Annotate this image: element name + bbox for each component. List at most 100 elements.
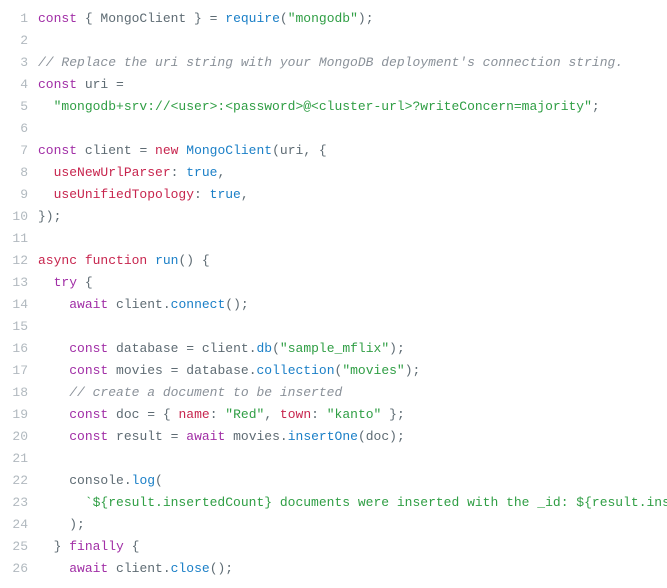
token-p <box>38 407 69 422</box>
code-line: async function run() { <box>38 250 667 272</box>
line-number: 19 <box>0 404 28 426</box>
token-id: uri <box>280 143 303 158</box>
line-number: 3 <box>0 52 28 74</box>
token-p: . <box>124 473 132 488</box>
token-fn: insertOne <box>288 429 358 444</box>
token-kw: const <box>69 341 108 356</box>
token-p <box>38 341 69 356</box>
line-number: 24 <box>0 514 28 536</box>
token-p: = <box>163 363 186 378</box>
token-p <box>38 495 85 510</box>
token-p: . <box>249 363 257 378</box>
code-line: console.log( <box>38 470 667 492</box>
code-line: // Replace the uri string with your Mong… <box>38 52 667 74</box>
code-line <box>38 30 667 52</box>
token-kw: const <box>69 363 108 378</box>
token-p: ( <box>358 429 366 444</box>
token-id: doc <box>366 429 389 444</box>
code-line: const movies = database.collection("movi… <box>38 360 667 382</box>
token-p <box>77 77 85 92</box>
token-kw: const <box>38 77 77 92</box>
code-line <box>38 448 667 470</box>
line-number: 12 <box>0 250 28 272</box>
token-p: (); <box>225 297 248 312</box>
line-number: 21 <box>0 448 28 470</box>
code-line: ); <box>38 514 667 536</box>
token-p <box>38 561 69 576</box>
token-fn: log <box>132 473 155 488</box>
token-p: , <box>217 165 225 180</box>
code-line: const result = await movies.insertOne(do… <box>38 426 667 448</box>
token-fn: connect <box>171 297 226 312</box>
token-p: , <box>241 187 249 202</box>
token-p: ); <box>358 11 374 26</box>
token-str: "mongodb" <box>288 11 358 26</box>
token-p: ( <box>155 473 163 488</box>
token-p: = <box>163 429 186 444</box>
token-p: }); <box>38 209 61 224</box>
code-line: useNewUrlParser: true, <box>38 162 667 184</box>
token-p: ; <box>592 99 600 114</box>
token-comm: // Replace the uri string with your Mong… <box>38 55 623 70</box>
code-line: const database = client.db("sample_mflix… <box>38 338 667 360</box>
token-p: . <box>280 429 288 444</box>
line-number: 23 <box>0 492 28 514</box>
token-p: : <box>171 165 187 180</box>
token-p: : <box>210 407 226 422</box>
token-id: database <box>116 341 178 356</box>
line-number: 16 <box>0 338 28 360</box>
line-number: 26 <box>0 558 28 580</box>
token-p: { <box>77 11 100 26</box>
token-p <box>108 429 116 444</box>
token-p: = <box>132 143 155 158</box>
token-prop: town <box>280 407 311 422</box>
token-p <box>38 99 54 114</box>
token-kw: try <box>54 275 77 290</box>
token-p <box>225 429 233 444</box>
token-fn: close <box>171 561 210 576</box>
code-line <box>38 228 667 250</box>
code-line: const uri = <box>38 74 667 96</box>
token-id: client <box>202 341 249 356</box>
line-number: 10 <box>0 206 28 228</box>
code-line: try { <box>38 272 667 294</box>
code-line <box>38 316 667 338</box>
token-fn: require <box>225 11 280 26</box>
token-p: = <box>108 77 124 92</box>
token-p: ( <box>272 143 280 158</box>
line-number: 4 <box>0 74 28 96</box>
token-kw2: async <box>38 253 77 268</box>
line-number: 14 <box>0 294 28 316</box>
token-p <box>38 429 69 444</box>
code-line: useUnifiedTopology: true, <box>38 184 667 206</box>
token-p: = { <box>139 407 178 422</box>
token-p <box>38 297 69 312</box>
token-p: ); <box>38 517 85 532</box>
token-p <box>38 187 54 202</box>
token-prop: useNewUrlParser <box>54 165 171 180</box>
token-str: "mongodb+srv://<user>:<password>@<cluste… <box>54 99 592 114</box>
token-id: client <box>85 143 132 158</box>
token-id: result <box>116 429 163 444</box>
code-line <box>38 118 667 140</box>
code-line: "mongodb+srv://<user>:<password>@<cluste… <box>38 96 667 118</box>
token-p <box>38 275 54 290</box>
token-p: = <box>178 341 201 356</box>
token-bool: true <box>186 165 217 180</box>
token-p: (); <box>210 561 233 576</box>
token-fn: db <box>257 341 273 356</box>
token-p: }; <box>381 407 404 422</box>
line-number: 18 <box>0 382 28 404</box>
token-fn: collection <box>257 363 335 378</box>
token-id: movies <box>233 429 280 444</box>
token-p <box>108 363 116 378</box>
line-number: 22 <box>0 470 28 492</box>
token-p: . <box>163 561 171 576</box>
token-kw: const <box>69 429 108 444</box>
token-id: database <box>186 363 248 378</box>
token-p <box>147 253 155 268</box>
line-number: 17 <box>0 360 28 382</box>
line-number: 20 <box>0 426 28 448</box>
line-number: 5 <box>0 96 28 118</box>
code-line: const { MongoClient } = require("mongodb… <box>38 8 667 30</box>
